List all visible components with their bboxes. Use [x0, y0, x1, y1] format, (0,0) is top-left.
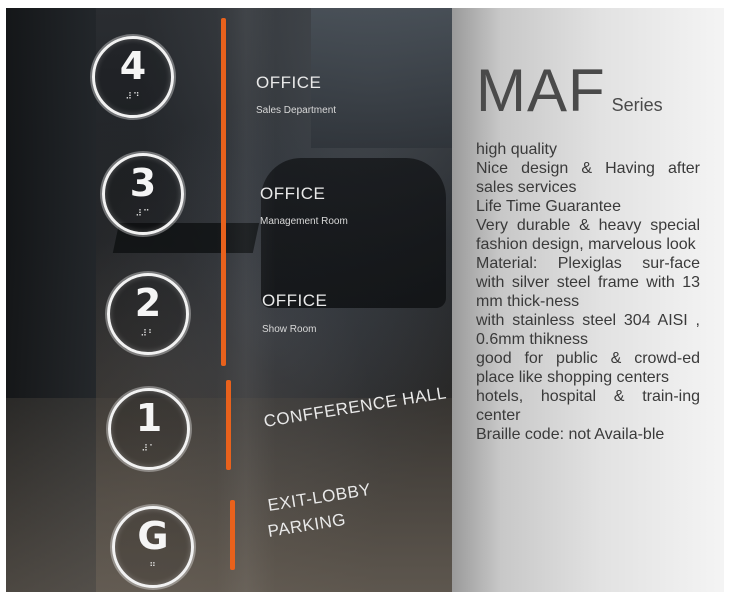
- floor-number: 3: [129, 161, 157, 205]
- feature-item: Very durable & heavy special fashion des…: [476, 217, 700, 253]
- floor-g-circle: G ⠛: [112, 506, 194, 588]
- signage-photo: 4 ⠼⠙ OFFICE Sales Department 3 ⠼⠉ OFFICE…: [6, 8, 452, 592]
- feature-list: high quality Nice design & Having after …: [476, 140, 700, 444]
- brand-heading: MAF Series: [476, 57, 700, 124]
- advertisement: 4 ⠼⠙ OFFICE Sales Department 3 ⠼⠉ OFFICE…: [0, 0, 729, 604]
- background-sofa: [261, 158, 446, 308]
- braille-dots: ⠼⠁: [141, 443, 157, 453]
- floor-4-subtitle: Sales Department: [256, 105, 337, 116]
- floor-number: 4: [119, 44, 147, 88]
- floor-3-subtitle: Management Room: [260, 216, 348, 227]
- floor-3-circle: 3 ⠼⠉: [102, 153, 184, 235]
- background-window: [311, 8, 452, 148]
- info-panel: MAF Series high quality Nice design & Ha…: [452, 8, 724, 592]
- orange-divider-bar-floor-1: [226, 380, 231, 470]
- brand-name: MAF: [476, 57, 606, 124]
- floor-number: G: [137, 514, 169, 558]
- floor-number: 1: [135, 396, 163, 440]
- feature-item: Material: Plexiglas sur-face with silver…: [476, 255, 700, 310]
- feature-item: Life Time Guarantee: [476, 198, 621, 215]
- braille-dots: ⠼⠃: [140, 328, 156, 338]
- orange-divider-bar-floor-g: [230, 500, 235, 570]
- floor-4-circle: 4 ⠼⠙: [92, 36, 174, 118]
- feature-item: hotels, hospital & train-ing center: [476, 388, 700, 424]
- braille-dots: ⠼⠉: [135, 208, 151, 218]
- braille-dots: ⠼⠙: [125, 91, 141, 101]
- brand-series: Series: [611, 95, 663, 115]
- feature-item: with stainless steel 304 AISI , 0.6mm th…: [476, 312, 700, 348]
- orange-divider-bar-office: [221, 18, 226, 366]
- feature-item: Nice design & Having after sales service…: [476, 160, 700, 196]
- floor-4-title: OFFICE: [256, 73, 322, 92]
- feature-item: high quality: [476, 141, 557, 158]
- floor-2-subtitle: Show Room: [262, 324, 317, 335]
- braille-dots: ⠛: [149, 561, 157, 571]
- feature-item: Braille code: not Availa-ble: [476, 426, 665, 443]
- floor-number: 2: [134, 281, 162, 325]
- floor-3-title: OFFICE: [260, 184, 326, 203]
- floor-2-title: OFFICE: [262, 291, 328, 310]
- feature-item: good for public & crowd-ed place like sh…: [476, 350, 700, 386]
- floor-1-circle: 1 ⠼⠁: [108, 388, 190, 470]
- floor-2-circle: 2 ⠼⠃: [107, 273, 189, 355]
